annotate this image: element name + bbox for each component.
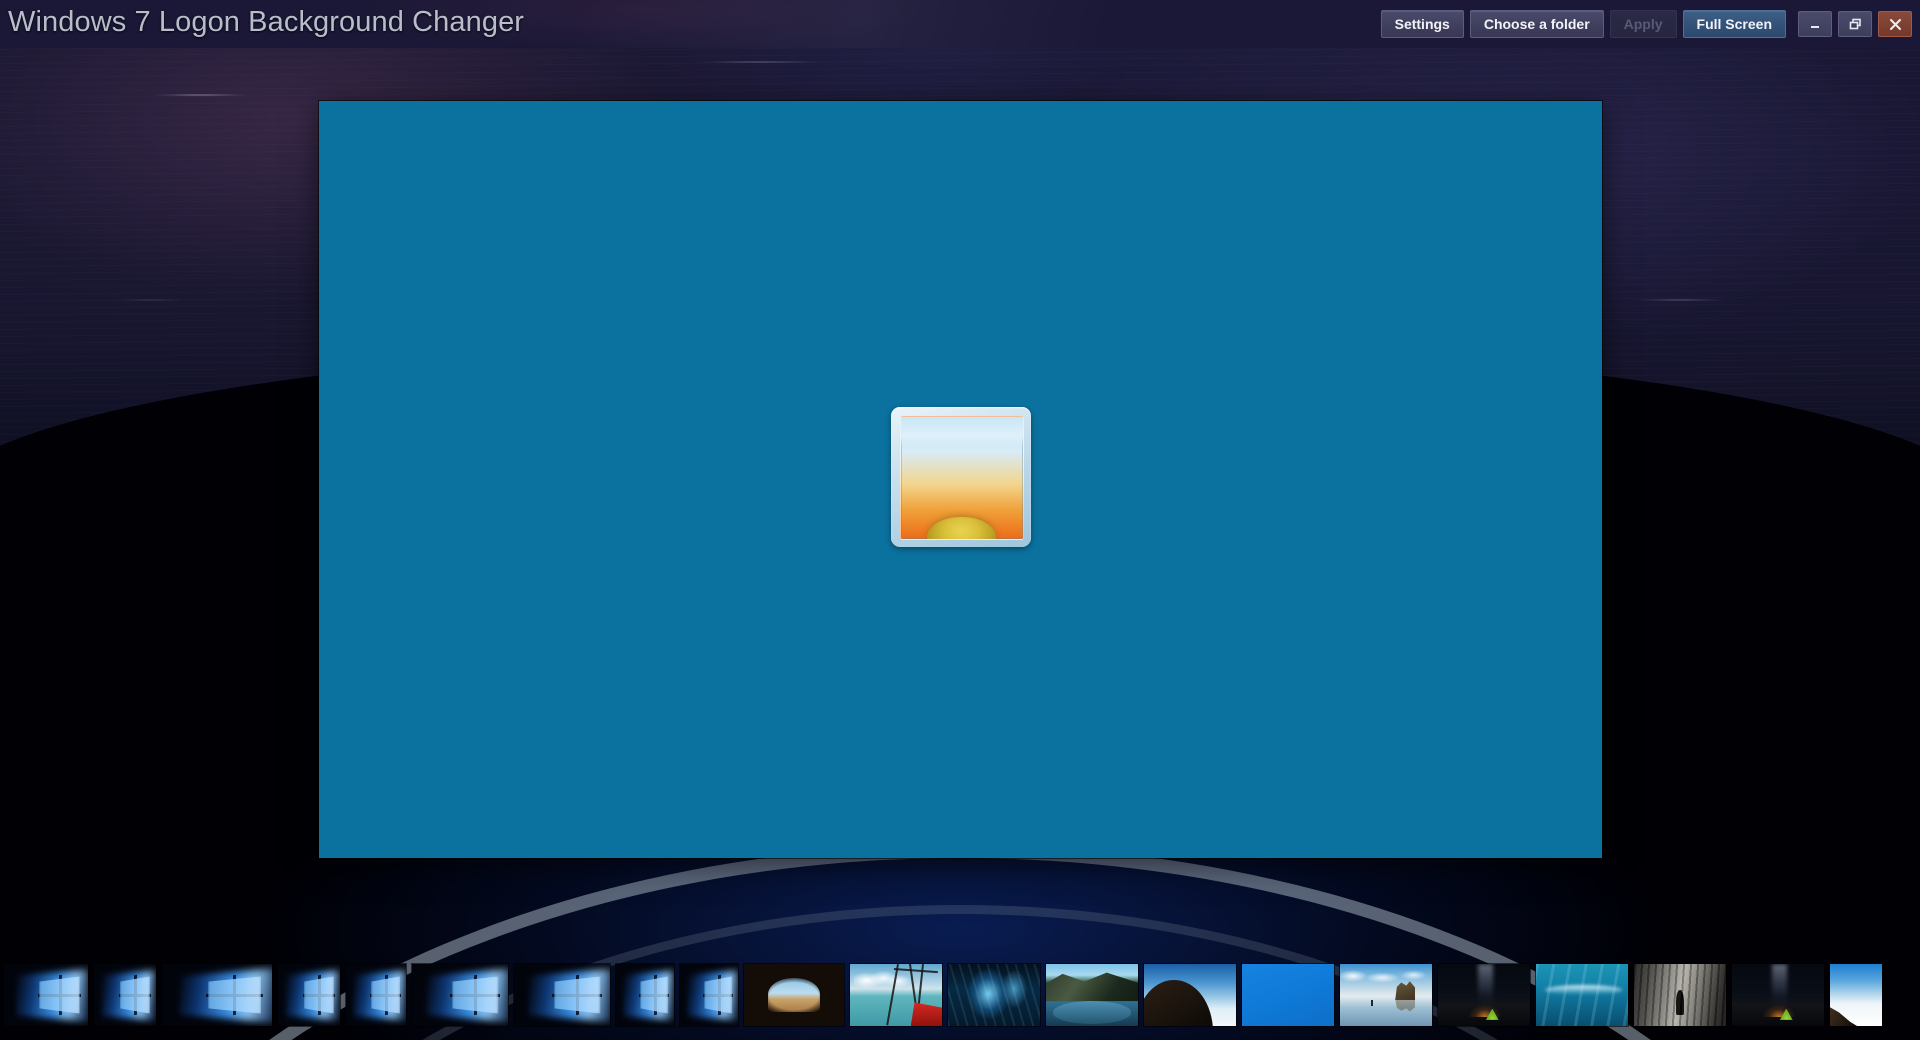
thumbnail-image: [1242, 964, 1334, 1026]
windows-logo-cross: [206, 974, 264, 1016]
close-icon: [1889, 18, 1902, 31]
thumbnail-sea-stack-reflection: [1395, 998, 1416, 1012]
thumbnail-strip[interactable]: [0, 950, 1920, 1040]
windows-logo-cross: [118, 974, 152, 1016]
thumbnail-image: [94, 964, 156, 1026]
thumbnail-clouds: [1340, 968, 1432, 983]
windows-logo-cross: [450, 974, 501, 1016]
title-bar[interactable]: Windows 7 Logon Background Changer Setti…: [0, 0, 1920, 48]
application-window: Windows 7 Logon Background Changer Setti…: [0, 0, 1920, 1040]
windows-logo-cross: [302, 974, 336, 1016]
thumbnail-image: [1046, 964, 1138, 1026]
thumbnail-horizon-glow: [1463, 1001, 1507, 1018]
thumbnail-image: [1732, 964, 1824, 1026]
apply-button[interactable]: Apply: [1609, 10, 1677, 38]
page-title: Windows 7 Logon Background Changer: [8, 6, 525, 38]
close-button[interactable]: [1878, 11, 1912, 37]
thumbnail-image: [680, 964, 738, 1026]
thumbnail-cave-opening[interactable]: [744, 964, 844, 1026]
thumbnail-night-sky-tent-2[interactable]: [1732, 964, 1824, 1026]
thumbnail-person: [1371, 999, 1374, 1007]
windows-logo-cross: [703, 974, 734, 1016]
thumbnail-underwater-wave[interactable]: [1536, 964, 1628, 1026]
thumbnail-image: [1830, 964, 1882, 1026]
thumbnail-windows-10-hero-5[interactable]: [346, 964, 406, 1026]
toolbar: Settings Choose a folder Apply Full Scre…: [1380, 10, 1912, 38]
thumbnail-sea-stack: [1395, 981, 1416, 1000]
thumbnail-beach-sea-stack[interactable]: [1340, 964, 1432, 1026]
restore-icon: [1849, 18, 1862, 30]
thumbnail-windows-10-hero-8[interactable]: [616, 964, 674, 1026]
restore-button[interactable]: [1838, 11, 1872, 37]
thumbnail-windows-10-hero-6[interactable]: [412, 964, 508, 1026]
thumbnail-ice-cave[interactable]: [948, 964, 1040, 1026]
settings-button[interactable]: Settings: [1380, 10, 1464, 38]
thumbnail-image: [4, 964, 88, 1026]
thumbnail-windows-10-hero-1[interactable]: [4, 964, 88, 1026]
thumbnail-image: [1438, 964, 1530, 1026]
thumbnail-image: [514, 964, 610, 1026]
thumbnail-image: [850, 964, 942, 1026]
thumbnail-image: [162, 964, 272, 1026]
photo-viewer-icon-image: [899, 415, 1024, 540]
thumbnail-windows-10-hero-9[interactable]: [680, 964, 738, 1026]
full-screen-button[interactable]: Full Screen: [1682, 10, 1786, 38]
photo-viewer-icon: [890, 406, 1031, 547]
thumbnail-windows-10-hero-2[interactable]: [94, 964, 156, 1026]
thumbnail-night-sky-tent-1[interactable]: [1438, 964, 1530, 1026]
minimize-icon: [1809, 19, 1821, 29]
minimize-button[interactable]: [1798, 11, 1832, 37]
thumbnail-image: [1144, 964, 1236, 1026]
thumbnail-image: [744, 964, 844, 1026]
thumbnail-dark-hill-sky[interactable]: [1144, 964, 1236, 1026]
thumbnail-wave-crest: [1545, 985, 1623, 995]
windows-logo-cross: [37, 974, 82, 1016]
thumbnail-image: [1536, 964, 1628, 1026]
thumbnail-image: [412, 964, 508, 1026]
thumbnail-rock-crack: [1676, 990, 1684, 1015]
thumbnail-image: [616, 964, 674, 1026]
windows-logo-cross: [639, 974, 670, 1016]
thumbnail-windows-10-hero-3[interactable]: [162, 964, 272, 1026]
thumbnail-rock-face[interactable]: [1634, 964, 1726, 1026]
thumbnail-windows-10-hero-4[interactable]: [278, 964, 340, 1026]
logon-background-preview[interactable]: [319, 101, 1602, 858]
windows-logo-cross: [370, 974, 402, 1016]
thumbnail-image: [948, 964, 1040, 1026]
thumbnail-image: [1634, 964, 1726, 1026]
thumbnail-image: [346, 964, 406, 1026]
thumbnail-snow-ridge[interactable]: [1830, 964, 1882, 1026]
thumbnail-solid-blue[interactable]: [1242, 964, 1334, 1026]
choose-a-folder-button[interactable]: Choose a folder: [1469, 10, 1604, 38]
thumbnail-sailboat-lagoon[interactable]: [850, 964, 942, 1026]
thumbnail-mountain-lake[interactable]: [1046, 964, 1138, 1026]
thumbnail-windows-10-hero-7[interactable]: [514, 964, 610, 1026]
thumbnail-horizon-glow: [1757, 1001, 1801, 1018]
windows-logo-cross: [552, 974, 603, 1016]
thumbnail-image: [278, 964, 340, 1026]
thumbnail-image: [1340, 964, 1432, 1026]
